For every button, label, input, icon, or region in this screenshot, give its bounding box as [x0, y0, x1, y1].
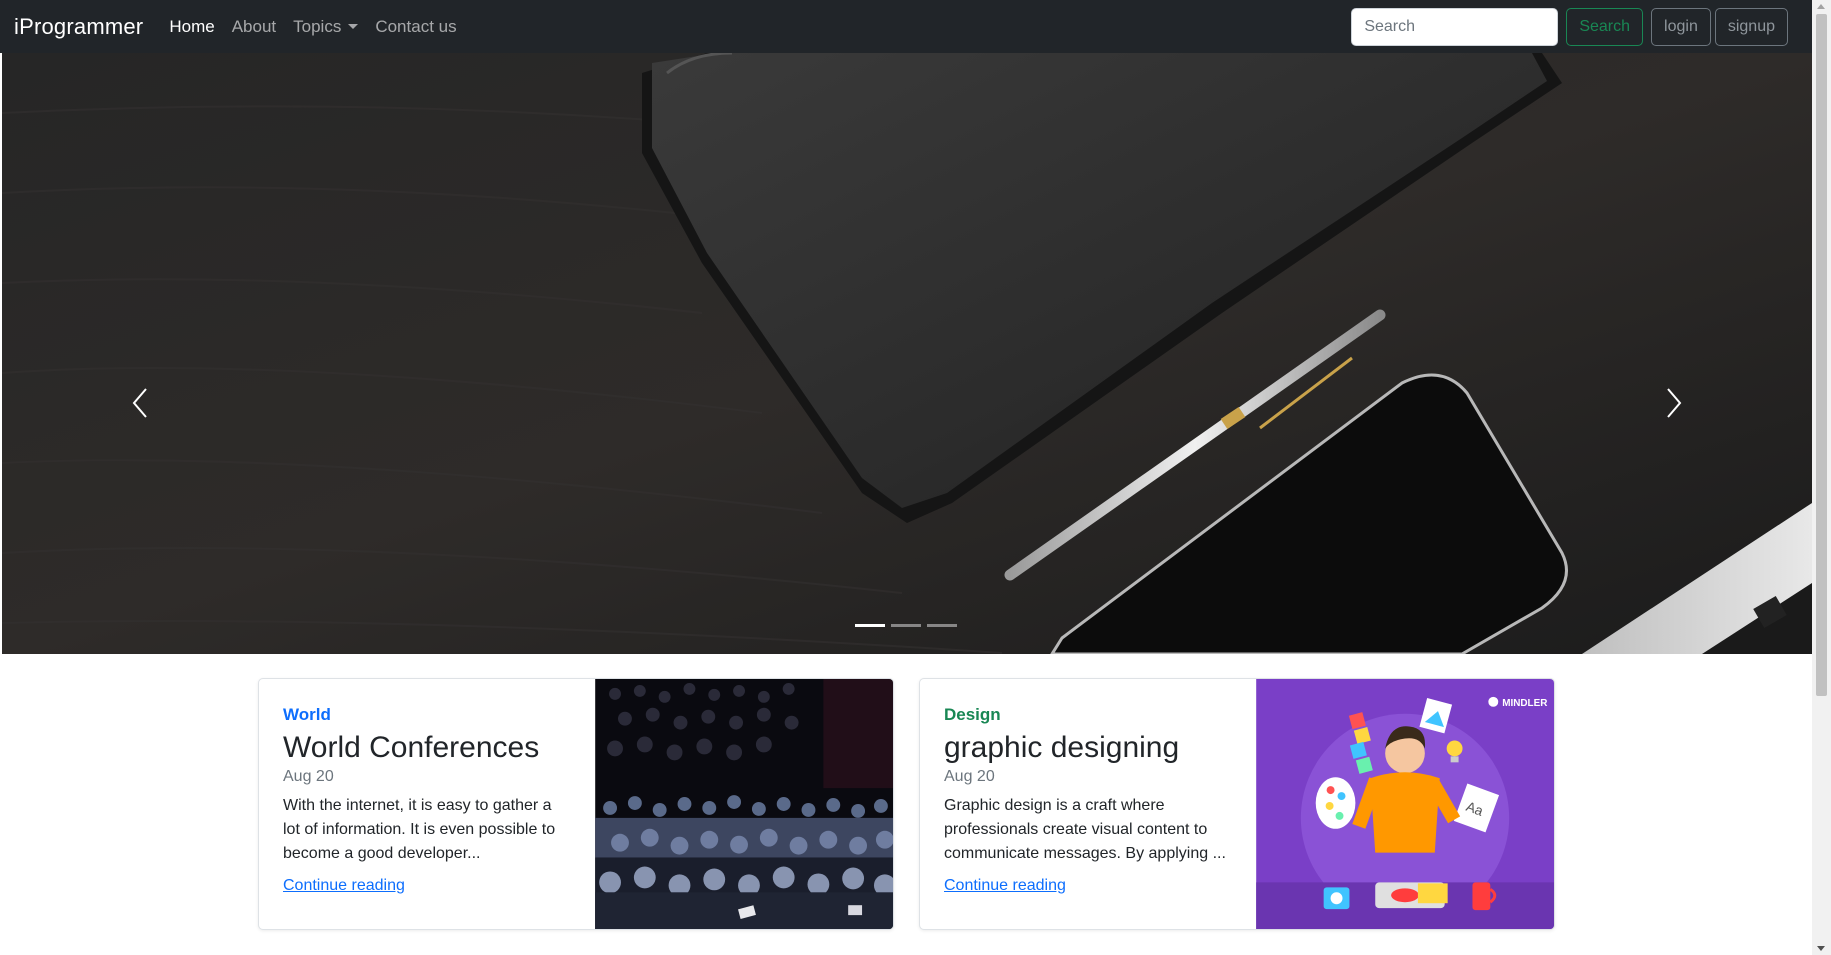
card-category: World [283, 705, 331, 724]
page-scrollbar[interactable] [1812, 0, 1831, 955]
nav-link-home[interactable]: Home [169, 17, 214, 37]
login-button[interactable]: login [1651, 7, 1711, 46]
search-button[interactable]: Search [1566, 7, 1644, 46]
card-body: Design graphic designing Aug 20 Graphic … [920, 679, 1255, 929]
carousel-indicator-1[interactable] [855, 624, 885, 627]
article-card-design: Design graphic designing Aug 20 Graphic … [919, 678, 1555, 930]
search-input[interactable] [1351, 7, 1559, 46]
carousel-indicator-2[interactable] [891, 624, 921, 627]
card-date: Aug 20 [283, 768, 334, 785]
mindler-logo: MINDLER [1502, 698, 1547, 709]
hero-slide-image [2, 53, 1812, 654]
conference-audience-image [595, 679, 893, 929]
carousel-indicators [855, 624, 963, 627]
card-title: World Conferences [283, 731, 540, 764]
scroll-up-arrow-icon[interactable] [1817, 4, 1825, 9]
nav-link-about[interactable]: About [232, 17, 276, 37]
card-title: graphic designing [944, 731, 1180, 764]
nav-links: Home About Topics Contact us [169, 17, 473, 37]
scroll-down-arrow-icon[interactable] [1817, 946, 1825, 951]
continue-reading-link[interactable]: Continue reading [944, 877, 1066, 894]
hero-carousel [2, 53, 1812, 654]
page: iProgrammer Home About Topics Contact us… [0, 0, 1831, 955]
carousel-prev-button[interactable] [120, 373, 160, 433]
nav-dropdown-topics[interactable]: Topics [293, 16, 359, 37]
nav-dropdown-topics-label: Topics [293, 16, 342, 36]
chevron-right-icon [1667, 388, 1682, 418]
graphic-designer-illustration: MINDLER Aa [1256, 679, 1554, 929]
card-category: Design [944, 705, 1001, 724]
signup-button[interactable]: signup [1714, 7, 1788, 46]
chevron-left-icon [132, 388, 147, 418]
card-body: World World Conferences Aug 20 With the … [259, 679, 594, 929]
caret-down-icon [348, 23, 359, 29]
continue-reading-link[interactable]: Continue reading [283, 877, 405, 894]
card-date: Aug 20 [944, 768, 995, 785]
nav-link-contact[interactable]: Contact us [375, 17, 456, 37]
brand-logo[interactable]: iProgrammer [14, 14, 143, 40]
carousel-indicator-3[interactable] [927, 624, 957, 627]
carousel-next-button[interactable] [1654, 373, 1694, 433]
navbar: iProgrammer Home About Topics Contact us… [0, 0, 1812, 53]
card-text: Graphic design is a craft where professi… [944, 797, 1226, 862]
scroll-thumb[interactable] [1816, 14, 1827, 696]
nav-search-form: Search login signup [1351, 7, 1792, 46]
article-card-world: World World Conferences Aug 20 With the … [258, 678, 894, 930]
card-text: With the internet, it is easy to gather … [283, 797, 556, 862]
